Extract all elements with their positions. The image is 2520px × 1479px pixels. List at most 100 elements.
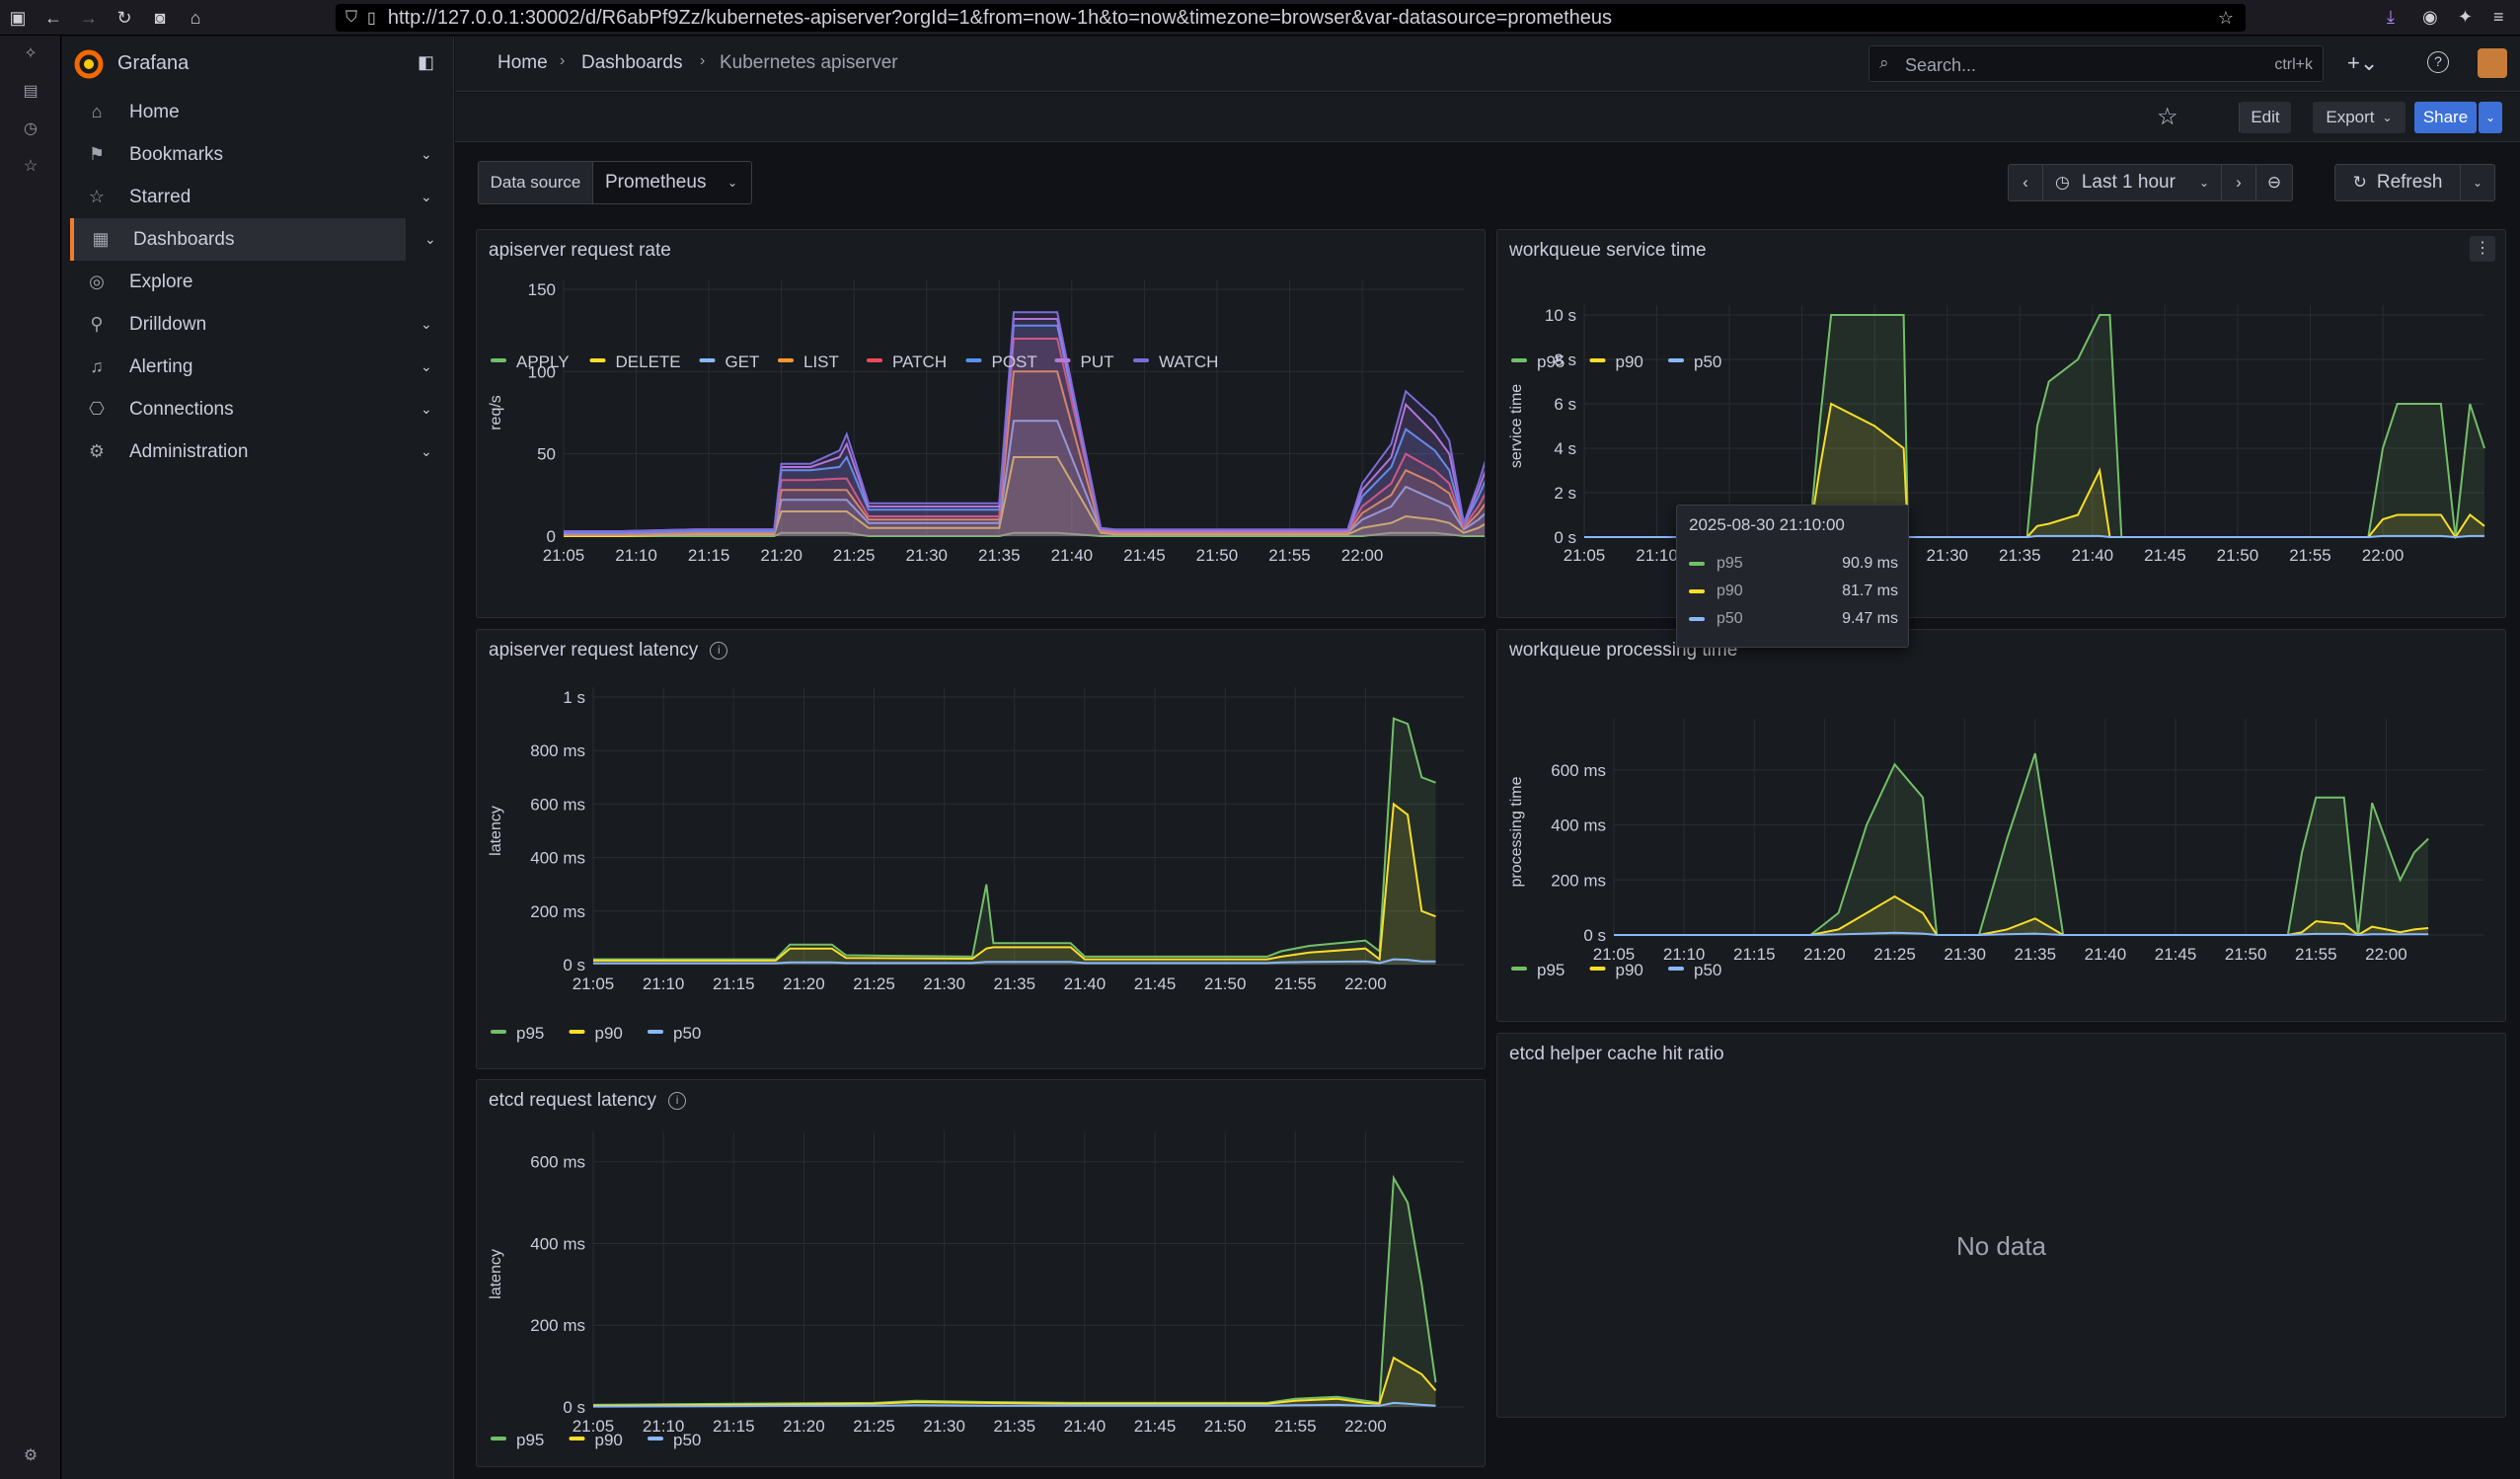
y-axis-label: service time xyxy=(1508,384,1525,468)
x-tick-label: 21:25 xyxy=(1873,945,1916,964)
legend-item-apply[interactable]: APPLY xyxy=(516,352,570,371)
legend-item-p90[interactable]: p90 xyxy=(1616,961,1643,979)
breadcrumb-dashboards[interactable]: Dashboards xyxy=(581,52,682,74)
legend-item-p90[interactable]: p90 xyxy=(595,1024,623,1043)
refresh-interval-chevron-icon[interactable]: ⌄ xyxy=(2460,164,2495,201)
back-icon[interactable]: ← xyxy=(36,0,71,36)
y-tick-label: 50 xyxy=(537,445,556,464)
url-bar[interactable]: ⛉ ▯ http://127.0.0.1:30002/d/R6abPf9Zz/k… xyxy=(336,4,2246,32)
legend-item-delete[interactable]: DELETE xyxy=(616,352,681,371)
sidebar-item-bookmarks[interactable]: ⚑ Bookmarks ⌄ xyxy=(62,133,453,176)
refresh-button[interactable]: ↻ Refresh xyxy=(2334,164,2461,201)
legend-swatch xyxy=(1689,617,1705,621)
chevron-down-icon[interactable]: ⌄ xyxy=(420,358,432,375)
search-input[interactable]: ⌕ Search... ctrl+k xyxy=(1869,45,2324,82)
search-shortcut: ctrl+k xyxy=(2274,56,2313,73)
breadcrumb-home[interactable]: Home xyxy=(497,52,548,74)
sidebar-toggle-icon[interactable]: ▣ xyxy=(0,0,36,36)
tabs-icon[interactable]: ▤ xyxy=(0,73,61,111)
history-icon[interactable]: ◷ xyxy=(0,111,61,148)
sidebar-item-home[interactable]: ⌂ Home xyxy=(62,91,453,133)
search-icon: ⌕ xyxy=(1879,53,1889,72)
sidebar-item-dashboards[interactable]: ▦ Dashboards ⌄ xyxy=(70,218,436,261)
x-tick-label: 21:40 xyxy=(1051,546,1094,565)
account-icon[interactable]: ◉ xyxy=(2422,7,2438,28)
legend-item-put[interactable]: PUT xyxy=(1081,352,1114,371)
legend-item-p95[interactable]: p95 xyxy=(516,1024,544,1043)
help-icon[interactable]: ? xyxy=(2427,51,2449,73)
bookmarks-icon[interactable]: ☆ xyxy=(0,148,61,186)
y-tick-label: 4 s xyxy=(1554,439,1576,458)
star-dashboard-icon[interactable]: ☆ xyxy=(2157,103,2178,131)
reload-icon[interactable]: ↻ xyxy=(107,0,142,36)
chevron-down-icon[interactable]: ⌄ xyxy=(420,189,432,205)
grafana-logo-icon[interactable] xyxy=(74,49,104,79)
top-bar: Home › Dashboards › Kubernetes apiserver… xyxy=(455,37,2520,92)
legend-item-watch[interactable]: WATCH xyxy=(1159,352,1218,371)
legend-item-p95[interactable]: p95 xyxy=(1537,961,1565,979)
dock-menu-icon[interactable]: ◧ xyxy=(418,52,434,73)
legend-item-p50[interactable]: p50 xyxy=(673,1024,701,1043)
etcd-latency-chart[interactable]: 0 s200 ms400 ms600 ms21:05 21:10 21:15 21:2… xyxy=(477,1080,1485,1466)
chevron-down-icon[interactable]: ⌄ xyxy=(420,146,432,163)
tooltip-title: 2025-08-30 21:10:00 xyxy=(1689,515,1845,534)
sidebar-item-alerting[interactable]: ♫ Alerting ⌄ xyxy=(62,346,453,388)
y-tick-label: 600 ms xyxy=(530,795,585,814)
chevron-down-icon[interactable]: ⌄ xyxy=(420,443,432,460)
legend-item-p50[interactable]: p50 xyxy=(1694,961,1721,979)
sidebar-item-starred[interactable]: ☆ Starred ⌄ xyxy=(62,176,453,218)
bookmark-star-icon[interactable]: ☆ xyxy=(2218,8,2234,29)
legend-item-p90[interactable]: p90 xyxy=(1616,352,1643,371)
sidebar-item-explore[interactable]: ◎ Explore xyxy=(62,261,453,303)
download-icon[interactable]: ⤓ xyxy=(2387,7,2395,28)
apiserver-latency-chart[interactable]: 0 s 200 ms 400 ms 600 ms 800 ms 1 s 21:05 21:10… xyxy=(477,630,1485,1068)
legend-item-patch[interactable]: PATCH xyxy=(892,352,947,371)
legend-item-p95[interactable]: p95 xyxy=(1537,352,1565,371)
screenshot-icon[interactable]: ◙ xyxy=(142,0,178,36)
legend-item-get[interactable]: GET xyxy=(725,352,760,371)
extensions-icon[interactable]: ✦ xyxy=(2458,7,2473,28)
settings-icon[interactable]: ⚙ xyxy=(0,1438,61,1475)
export-label: Export xyxy=(2326,108,2375,126)
time-range-picker[interactable]: ◷ Last 1 hour ⌄ xyxy=(2042,164,2222,201)
datasource-select[interactable]: Prometheus ⌄ xyxy=(592,161,752,204)
x-tick-label: 21:25 xyxy=(853,974,895,993)
workqueue-processing-chart[interactable]: 0 s200 ms400 ms600 ms21:05 21:10 21:15 21:2… xyxy=(1497,630,2505,1021)
sidebar-item-administration[interactable]: ⚙ Administration ⌄ xyxy=(62,430,453,473)
add-icon[interactable]: +⌄ xyxy=(2347,50,2378,76)
share-menu-chevron-icon[interactable]: ⌄ xyxy=(2479,102,2502,133)
request-rate-chart[interactable]: 05010015021:05 21:10 21:15 21:20 21:25 21:30 2… xyxy=(477,230,1485,617)
legend-item-list[interactable]: LIST xyxy=(803,352,839,371)
ai-icon[interactable]: ✧ xyxy=(0,36,61,73)
sidebar-item-drilldown[interactable]: ⚲ Drilldown ⌄ xyxy=(62,303,453,346)
chevron-down-icon[interactable]: ⌄ xyxy=(420,316,432,333)
legend-item-post[interactable]: POST xyxy=(992,352,1037,371)
share-button[interactable]: Share xyxy=(2414,102,2477,133)
edit-button[interactable]: Edit xyxy=(2240,102,2291,133)
forward-icon[interactable]: → xyxy=(71,0,107,36)
sidebar-item-label: Administration xyxy=(129,440,249,462)
y-tick-label: 600 ms xyxy=(530,1153,585,1172)
x-tick-label: 21:50 xyxy=(1196,546,1239,565)
user-avatar[interactable] xyxy=(2478,48,2507,78)
chevron-down-icon[interactable]: ⌄ xyxy=(424,231,436,248)
home-browser-icon[interactable]: ⌂ xyxy=(178,0,213,36)
browser-sidebar: ✧ ▤ ◷ ☆ ⚙ xyxy=(0,36,61,1479)
chevron-down-icon[interactable]: ⌄ xyxy=(420,401,432,418)
url-text[interactable]: http://127.0.0.1:30002/d/R6abPf9Zz/kuber… xyxy=(388,7,1612,30)
legend-swatch xyxy=(648,1437,663,1440)
menu-icon[interactable]: ≡ xyxy=(2493,7,2504,28)
grafana-sidebar: Grafana ◧ ⌂ Home ⚑ Bookmarks ⌄ ☆ Starred ⌄ ▦ Dash… xyxy=(62,37,454,1479)
x-tick-label: 21:40 xyxy=(1064,1417,1107,1436)
workqueue-service-chart[interactable]: 0 s2 s4 s6 s8 s10 s21:0521:1021:1521:202… xyxy=(1497,230,2505,617)
sidebar-item-connections[interactable]: ⎔ Connections ⌄ xyxy=(62,388,453,430)
legend-item-p50[interactable]: p50 xyxy=(1694,352,1721,371)
zoom-out-icon[interactable]: ⊖ xyxy=(2255,164,2293,201)
export-button[interactable]: Export ⌄ xyxy=(2313,102,2405,133)
legend-item-p90[interactable]: p90 xyxy=(595,1431,623,1449)
x-tick-label: 22:00 xyxy=(1344,1417,1387,1436)
time-forward-icon[interactable]: › xyxy=(2221,164,2256,201)
legend-item-p95[interactable]: p95 xyxy=(516,1431,544,1449)
legend-item-p50[interactable]: p50 xyxy=(673,1431,701,1449)
time-back-icon[interactable]: ‹ xyxy=(2008,164,2043,201)
